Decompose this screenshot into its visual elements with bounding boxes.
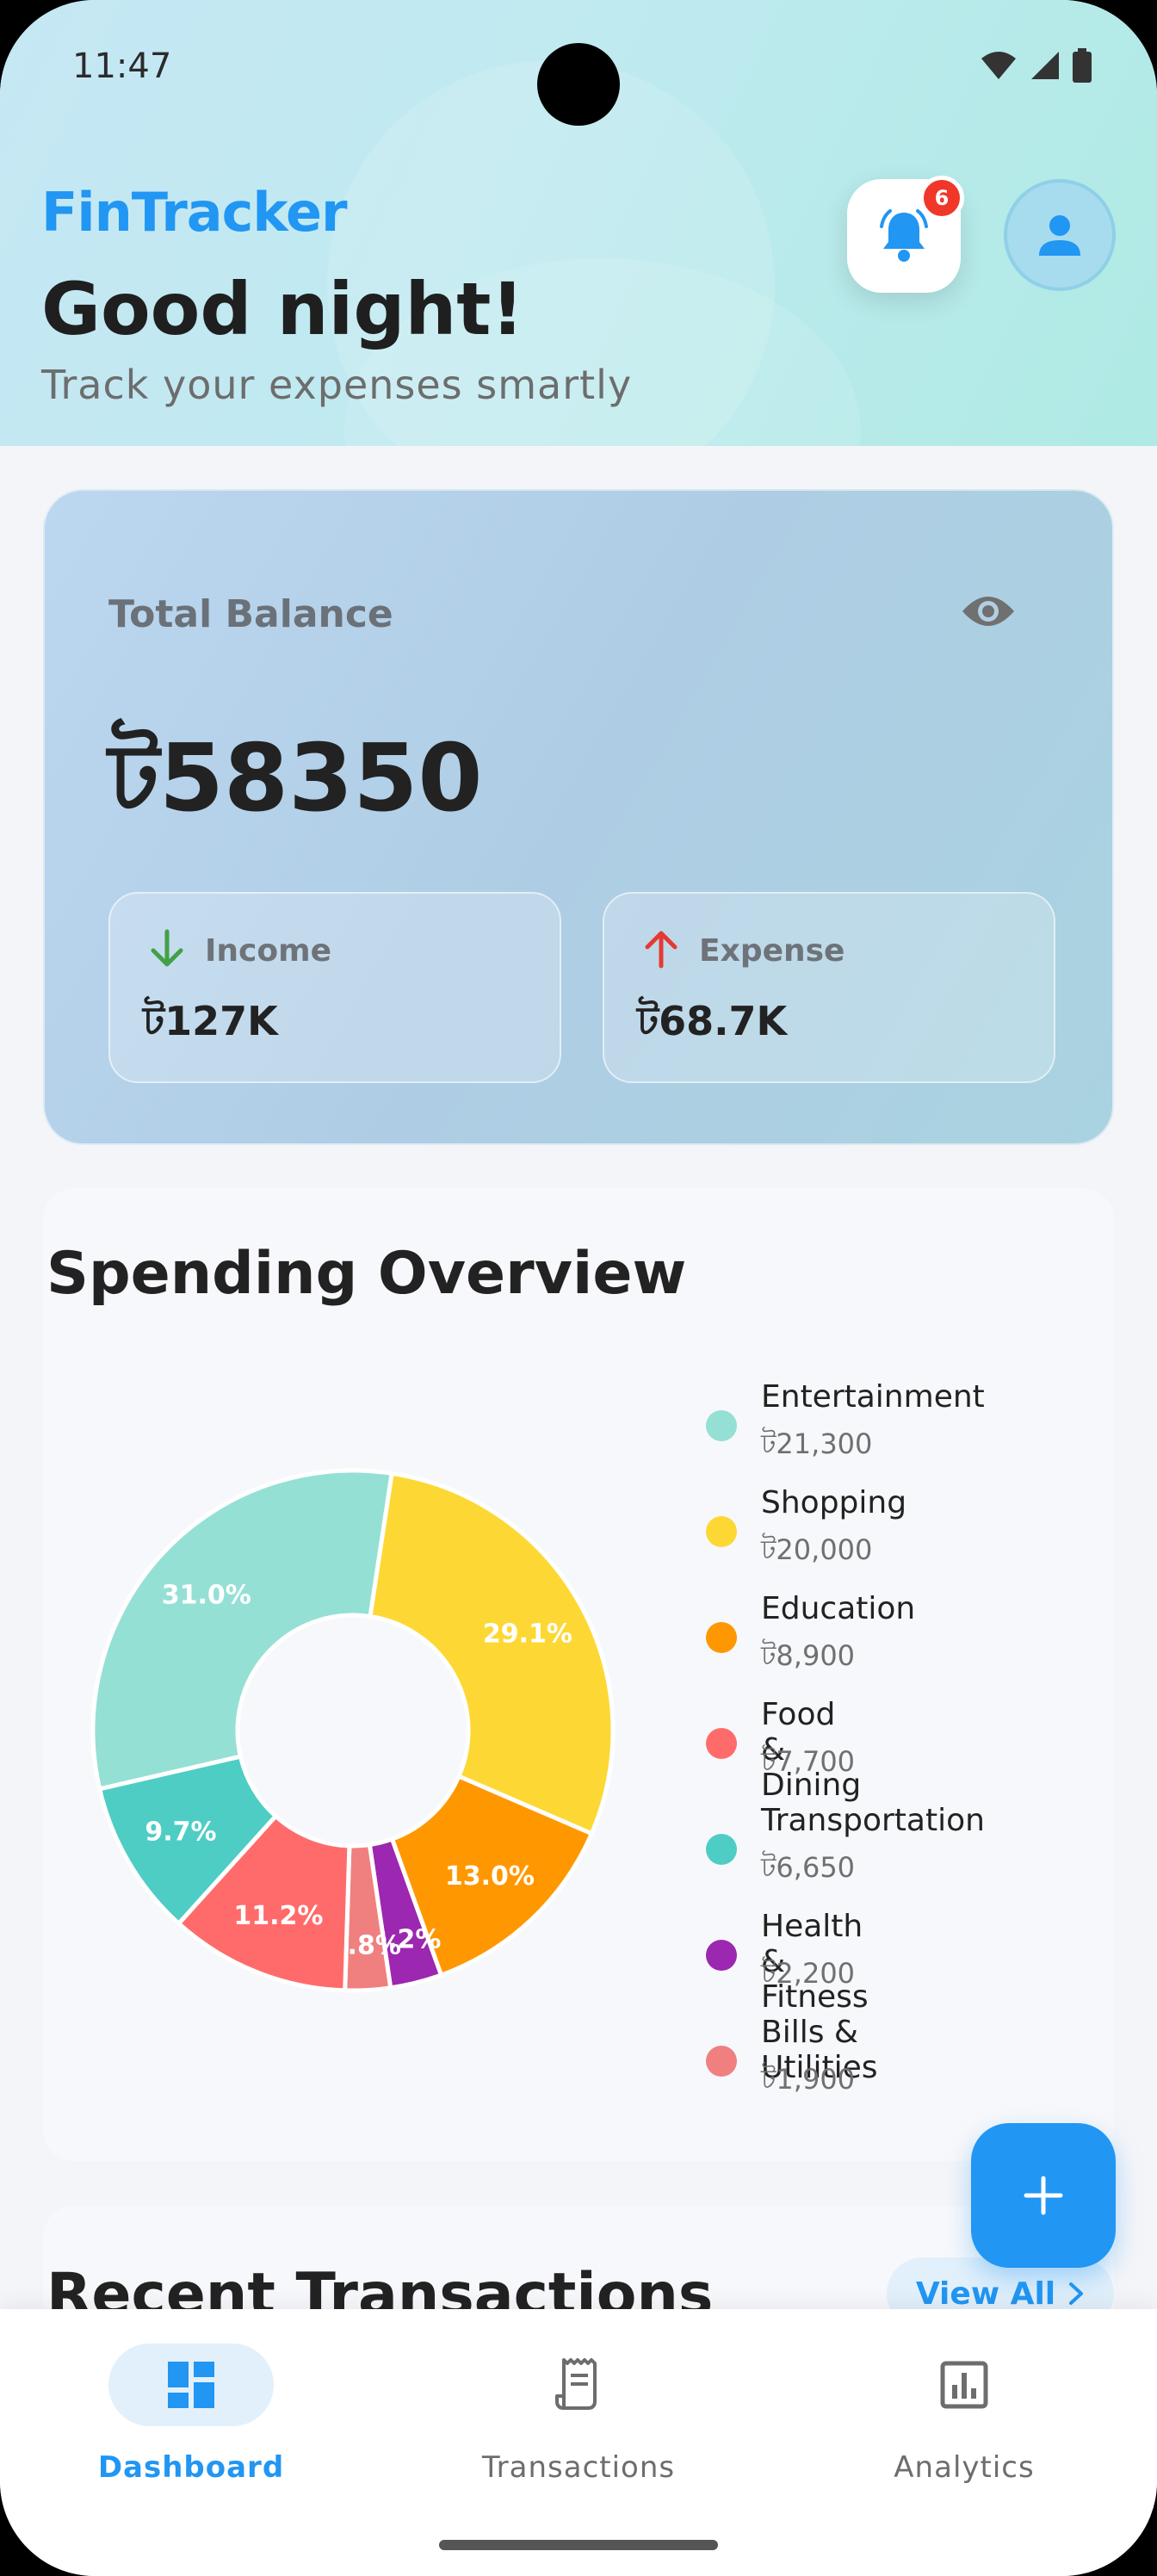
- camera-cutout: [537, 43, 620, 126]
- legend-category-name: Education: [761, 1591, 916, 1626]
- arrow-up-icon: [645, 931, 677, 969]
- legend-color-dot: [706, 1516, 737, 1547]
- signal-icon: [1031, 52, 1059, 79]
- legend-color-dot: [706, 2046, 737, 2077]
- home-indicator: [439, 2540, 718, 2550]
- chart-data-label: 11.2%: [233, 1901, 323, 1931]
- wifi-icon: [981, 52, 1016, 79]
- person-icon: [1039, 215, 1080, 256]
- expense-value: ট68.7K: [637, 998, 788, 1044]
- profile-button[interactable]: [1004, 179, 1116, 291]
- arrow-down-icon: [151, 929, 183, 967]
- nav-dashboard[interactable]: Dashboard: [55, 2344, 313, 2499]
- dashboard-icon: [168, 2362, 214, 2408]
- nav-transactions-label: Transactions: [481, 2450, 676, 2485]
- header: 11:47 FinTracker Good night! Track your …: [0, 0, 1157, 446]
- chart-data-label: 31.0%: [162, 1580, 251, 1610]
- legend-category-name: Shopping: [761, 1485, 907, 1520]
- expense-label: Expense: [699, 933, 845, 969]
- legend-color-dot: [706, 1728, 737, 1759]
- income-card: Income ট127K: [108, 892, 561, 1083]
- legend-category-amount: ট2,200: [761, 1957, 856, 1990]
- spending-donut-chart: 31.0%29.1%13.0%3.2%2.8%11.2%9.7%: [90, 1468, 616, 1993]
- nav-dashboard-indicator: [108, 2344, 274, 2426]
- balance-card: Total Balance ট58350 Income ট127K Expens…: [43, 489, 1114, 1145]
- plus-icon: [1024, 2176, 1063, 2215]
- chart-slice-entertainment: [90, 1468, 395, 1792]
- greeting: Good night!: [41, 267, 524, 351]
- legend-color-dot: [706, 1622, 737, 1653]
- nav-analytics-indicator: [882, 2344, 1047, 2426]
- app-screen: 11:47 FinTracker Good night! Track your …: [0, 0, 1157, 2576]
- receipt-icon: [555, 2358, 597, 2410]
- nav-analytics-label: Analytics: [894, 2450, 1035, 2485]
- battery-icon: [1073, 48, 1092, 83]
- eye-icon[interactable]: [961, 592, 1016, 630]
- chart-data-label: 29.1%: [483, 1619, 572, 1649]
- tagline: Track your expenses smartly: [41, 362, 633, 408]
- add-transaction-button[interactable]: [971, 2123, 1116, 2268]
- view-all-label: View All: [915, 2276, 1056, 2312]
- legend-category-amount: ট7,700: [761, 1745, 856, 1778]
- expense-card: Expense ট68.7K: [603, 892, 1055, 1083]
- chevron-right-icon: [1069, 2282, 1084, 2305]
- nav-transactions-indicator: [496, 2344, 661, 2426]
- app-name: FinTracker: [41, 181, 348, 244]
- chart-data-label: 13.0%: [445, 1861, 535, 1892]
- legend-category-name: Transportation: [761, 1803, 985, 1838]
- balance-label: Total Balance: [108, 592, 393, 636]
- spending-overview-card: Spending Overview 31.0% 29.1% 13.0% 3.2% 2.8…: [43, 1188, 1114, 2161]
- income-value: ট127K: [143, 998, 278, 1044]
- legend-category-amount: ট20,000: [761, 1533, 873, 1566]
- legend-color-dot: [706, 1834, 737, 1865]
- legend-color-dot: [706, 1410, 737, 1441]
- legend-category-amount: ট21,300: [761, 1427, 873, 1460]
- bell-icon: [880, 209, 928, 262]
- legend-category-name: Entertainment: [761, 1379, 985, 1415]
- notification-badge: 6: [919, 176, 964, 220]
- legend-color-dot: [706, 1940, 737, 1971]
- nav-transactions[interactable]: Transactions: [442, 2344, 701, 2499]
- analytics-icon: [940, 2361, 988, 2409]
- spending-title: Spending Overview: [46, 1240, 687, 1308]
- legend-category-amount: ট6,650: [761, 1851, 856, 1884]
- legend-category-amount: ট8,900: [761, 1639, 856, 1672]
- legend-category-amount: ট1,900: [761, 2063, 856, 2096]
- chart-slice-shopping: [368, 1471, 616, 1837]
- balance-amount: ট58350: [108, 725, 483, 833]
- status-icons: [980, 48, 1092, 83]
- chart-data-label: 9.7%: [145, 1817, 216, 1848]
- nav-dashboard-label: Dashboard: [97, 2450, 285, 2485]
- bottom-navigation: Dashboard Transactions Analytics: [0, 2309, 1157, 2576]
- income-label: Income: [205, 933, 332, 969]
- nav-analytics[interactable]: Analytics: [828, 2344, 1086, 2499]
- status-time: 11:47: [72, 46, 172, 86]
